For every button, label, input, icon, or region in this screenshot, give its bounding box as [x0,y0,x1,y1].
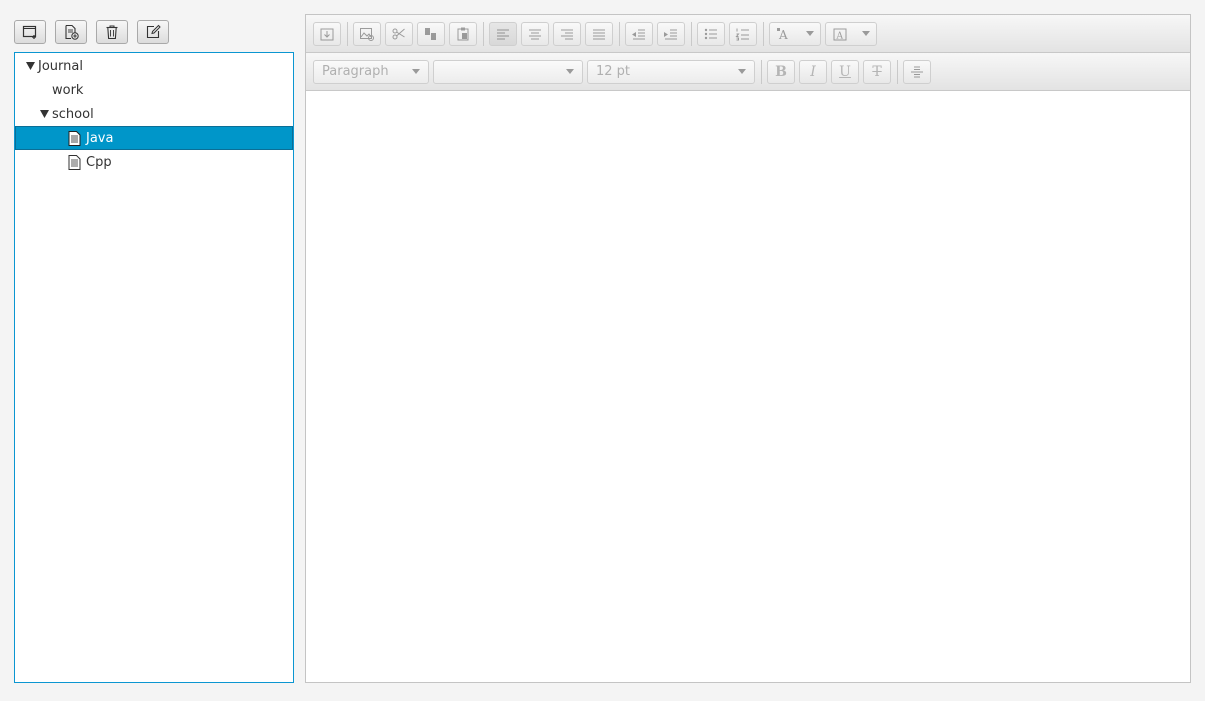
document-icon [68,154,81,170]
document-icon [68,130,81,146]
strikethrough-icon: T [872,63,882,80]
toolbar-separator [897,59,898,84]
chevron-down-icon [806,31,814,36]
underline-button[interactable]: U [831,59,859,84]
new-file-icon [65,24,79,40]
paste-button[interactable] [449,21,477,46]
tree-item-journal[interactable]: Journal [15,54,293,78]
html-editor: A A Paragraph 12 pt B I U T [305,14,1191,683]
tree-item-work[interactable]: work [15,78,293,102]
indent-icon [664,29,677,39]
align-left-button[interactable] [489,21,517,46]
editor-top-toolbar: A A [306,15,1190,53]
font-family-select[interactable] [433,59,583,84]
trash-icon [106,25,118,40]
tree-item-school[interactable]: school [15,102,293,126]
toolbar-separator [763,21,764,46]
tree-item-cpp[interactable]: Cpp [15,150,293,174]
numbered-list-button[interactable] [729,21,757,46]
bullet-list-icon [704,28,717,39]
edit-icon [146,24,161,39]
toolbar-separator [619,21,620,46]
chevron-down-icon [862,31,870,36]
align-left-icon [497,29,509,39]
tree-toolbar [14,20,178,44]
tree-item-label: school [52,106,94,122]
insert-image-button[interactable] [353,21,381,46]
toolbar-separator [347,21,348,46]
paragraph-format-value: Paragraph [322,64,389,79]
tree-item-label: Cpp [86,154,112,170]
chevron-down-icon [738,69,746,74]
tree-item-label: work [52,82,84,98]
expand-arrow-icon[interactable] [38,110,50,118]
copy-button[interactable] [417,21,445,46]
tree-item-label: Journal [38,58,83,74]
toolbar-separator [761,59,762,84]
italic-icon: I [810,63,816,80]
paste-icon [457,27,469,40]
chevron-down-icon [412,69,420,74]
svg-text:A: A [836,31,844,41]
paragraph-format-select[interactable]: Paragraph [313,59,429,84]
font-size-value: 12 pt [596,64,631,79]
import-icon [320,28,334,40]
notes-tree[interactable]: Journal work school Java Cpp [14,52,294,683]
align-right-button[interactable] [553,21,581,46]
italic-button[interactable]: I [799,59,827,84]
background-color-picker[interactable]: A [825,21,877,46]
align-center-icon [529,29,541,39]
highlight-color-icon: A [833,28,847,41]
font-size-select[interactable]: 12 pt [587,59,755,84]
bold-button[interactable]: B [767,59,795,84]
new-file-button[interactable] [55,20,87,44]
align-justify-icon [593,29,605,39]
text-color-picker[interactable]: A [769,21,821,46]
bullet-list-button[interactable] [697,21,725,46]
strikethrough-button[interactable]: T [863,59,891,84]
outdent-button[interactable] [625,21,653,46]
bold-icon: B [775,63,787,80]
delete-button[interactable] [96,20,128,44]
new-folder-button[interactable] [14,20,46,44]
indent-button[interactable] [657,21,685,46]
horizontal-rule-button[interactable] [903,59,931,84]
text-color-icon: A [777,27,788,42]
align-justify-button[interactable] [585,21,613,46]
horizontal-rule-icon [911,66,923,77]
rename-button[interactable] [137,20,169,44]
editor-bottom-toolbar: Paragraph 12 pt B I U T [306,53,1190,91]
tree-item-java[interactable]: Java [15,126,293,150]
expand-arrow-icon[interactable] [24,62,36,70]
chevron-down-icon [566,69,574,74]
cut-button[interactable] [385,21,413,46]
align-center-button[interactable] [521,21,549,46]
tree-item-label: Java [86,130,114,146]
import-button[interactable] [313,21,341,46]
new-folder-icon [22,25,37,39]
scissors-icon [392,28,405,39]
numbered-list-icon [735,28,749,40]
align-right-icon [561,29,573,39]
toolbar-separator [691,21,692,46]
editor-content-area[interactable] [306,91,1190,682]
copy-icon [425,27,436,40]
toolbar-separator [483,21,484,46]
image-icon [360,27,374,41]
underline-icon: U [839,63,851,80]
outdent-icon [632,29,645,39]
